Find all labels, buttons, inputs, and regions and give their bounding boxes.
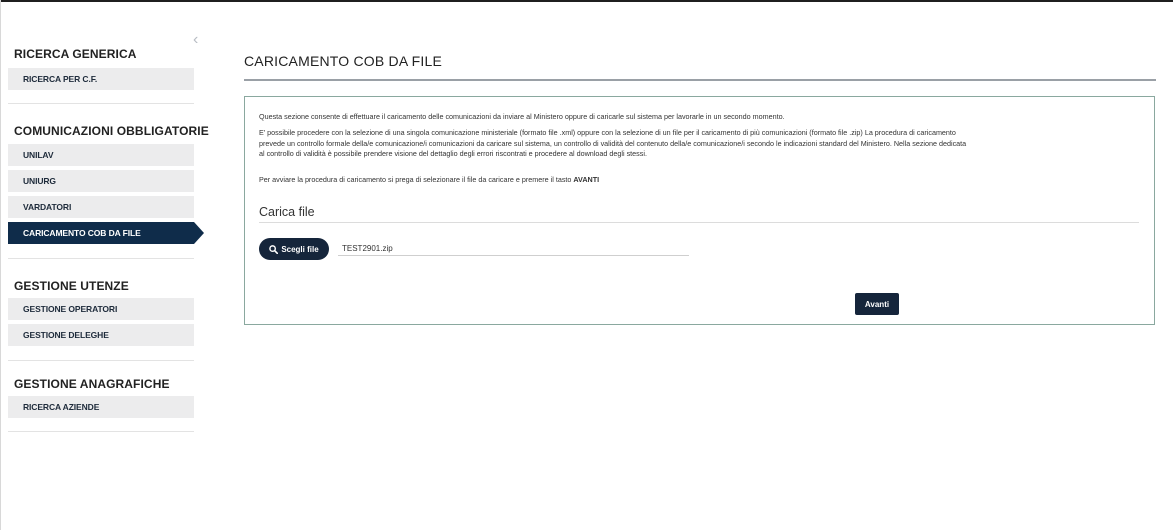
- choose-file-label: Scegli file: [281, 244, 319, 254]
- sidebar-item-gestione-operatori[interactable]: GESTIONE OPERATORI: [8, 298, 194, 320]
- sidebar-section-title: RICERCA GENERICA: [14, 47, 137, 61]
- next-button[interactable]: Avanti: [855, 293, 899, 315]
- sidebar-divider: [8, 431, 194, 432]
- sidebar-item-ricerca-cf[interactable]: RICERCA PER C.F.: [8, 68, 194, 90]
- instruction-prefix: Per avviare la procedura di caricamento …: [259, 175, 574, 184]
- sidebar-divider: [8, 360, 194, 361]
- sidebar-divider: [8, 103, 194, 104]
- instruction-bold: AVANTI: [573, 175, 600, 184]
- sidebar-item-uniurg[interactable]: UNIURG: [8, 170, 194, 192]
- sidebar-item-unilav[interactable]: UNILAV: [8, 144, 194, 166]
- chevron-left-icon[interactable]: ‹: [193, 32, 198, 48]
- title-divider: [244, 79, 1156, 81]
- upload-panel: Questa sezione consente di effettuare il…: [244, 96, 1155, 325]
- sidebar-item-ricerca-aziende[interactable]: RICERCA AZIENDE: [8, 396, 194, 418]
- upload-section-title: Carica file: [259, 205, 315, 219]
- sidebar-section-title: GESTIONE ANAGRAFICHE: [14, 377, 170, 391]
- description-line-3: al controllo di validità è possibile pre…: [259, 149, 647, 158]
- sidebar-divider: [8, 258, 194, 259]
- sidebar-item-vardatori[interactable]: VARDATORI: [8, 196, 194, 218]
- page-title: CARICAMENTO COB DA FILE: [244, 53, 443, 69]
- window-top-border: [0, 0, 1173, 2]
- sidebar-section-ricerca-generica: RICERCA GENERICA: [8, 47, 137, 61]
- upload-divider: [259, 222, 1139, 223]
- sidebar-item-caricamento-cob[interactable]: CARICAMENTO COB DA FILE: [8, 222, 204, 244]
- sidebar-section-title: COMUNICAZIONI OBBLIGATORIE: [14, 124, 209, 138]
- window-left-border: [0, 0, 1, 530]
- description-line-2: prevede un controllo formale della/e com…: [259, 138, 967, 148]
- intro-text: Questa sezione consente di effettuare il…: [259, 112, 785, 121]
- sidebar-item-gestione-deleghe[interactable]: GESTIONE DELEGHE: [8, 324, 194, 346]
- sidebar-section-title: GESTIONE UTENZE: [14, 279, 129, 293]
- selected-file-name: TEST2901.zip: [338, 242, 689, 256]
- instruction-text: Per avviare la procedura di caricamento …: [259, 175, 1139, 186]
- choose-file-button[interactable]: Scegli file: [259, 238, 329, 260]
- description-line-1: E' possibile procedere con la selezione …: [259, 128, 956, 137]
- search-icon: [269, 244, 279, 254]
